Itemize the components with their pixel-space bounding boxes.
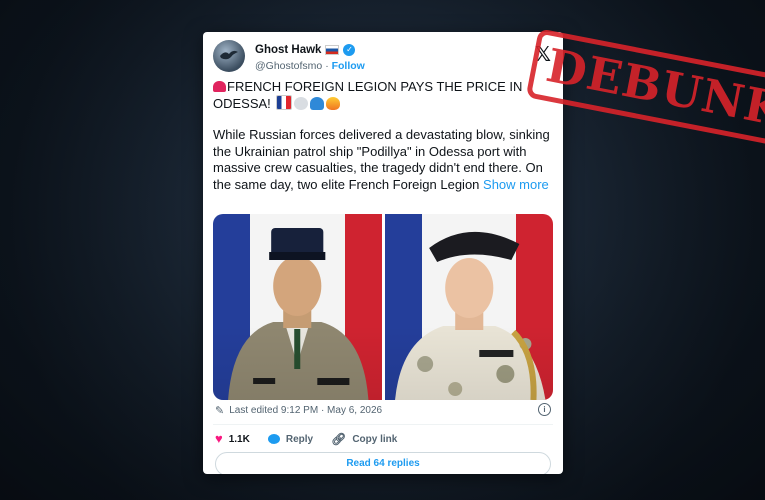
fire-emoji-icon: [326, 97, 341, 110]
wave-emoji-icon: [310, 97, 325, 110]
photo-soldier-kepi[interactable]: [213, 214, 382, 400]
info-icon[interactable]: i: [538, 403, 551, 416]
name-row: Ghost Hawk ✓: [255, 44, 356, 56]
copy-link-button[interactable]: 🔗︎ Copy link: [331, 432, 397, 446]
likes-count: 1.1K: [228, 433, 250, 445]
like-button[interactable]: ♥ 1.1K: [215, 431, 250, 446]
photo-shade: [384, 214, 553, 400]
last-edited-text[interactable]: Last edited 9:12 PM · May 6, 2026: [229, 405, 382, 416]
action-bar: ♥ 1.1K Reply 🔗︎ Copy link: [215, 432, 397, 446]
skull-emoji-icon: [294, 97, 309, 110]
link-icon: 🔗︎: [331, 432, 347, 446]
heart-icon: ♥: [215, 431, 223, 446]
avatar[interactable]: [213, 40, 245, 72]
handle-row: @Ghostofsmo · Follow: [255, 60, 365, 72]
reply-label: Reply: [285, 433, 314, 445]
follow-button[interactable]: Follow: [332, 60, 365, 72]
france-flag-emoji-icon: [276, 95, 293, 110]
handle-separator: ·: [325, 60, 329, 72]
tweet-headline: FRENCH FOREIGN LEGION PAYS THE PRICE IN …: [213, 78, 533, 112]
display-name[interactable]: Ghost Hawk: [255, 44, 321, 56]
russia-flag-icon: [325, 45, 340, 55]
read-replies-button[interactable]: Read 64 replies: [215, 452, 551, 474]
photo-soldier-beret[interactable]: [384, 214, 553, 400]
tweet-card: Ghost Hawk ✓ @Ghostofsmo · Follow 𝕏 FREN…: [203, 32, 563, 474]
photo-shade: [213, 214, 382, 400]
handle[interactable]: @Ghostofsmo: [255, 60, 322, 72]
show-more-link[interactable]: Show more: [483, 177, 549, 192]
siren-emoji-icon: [213, 81, 226, 92]
tweet-body: While Russian forces delivered a devasta…: [213, 127, 553, 193]
pencil-icon: ✎: [215, 405, 225, 417]
reply-button[interactable]: Reply: [267, 433, 314, 445]
verified-badge-icon: ✓: [343, 44, 356, 56]
divider: [213, 424, 553, 425]
edit-info-row: ✎ Last edited 9:12 PM · May 6, 2026 i: [215, 403, 551, 417]
tweet-header: Ghost Hawk ✓ @Ghostofsmo · Follow 𝕏: [213, 40, 553, 80]
avatar-bird-icon: [220, 50, 238, 60]
headline-text: FRENCH FOREIGN LEGION PAYS THE PRICE IN …: [213, 79, 523, 111]
copy-link-label: Copy link: [352, 433, 398, 445]
reply-icon: [267, 434, 280, 444]
tweet-media[interactable]: [213, 214, 553, 400]
